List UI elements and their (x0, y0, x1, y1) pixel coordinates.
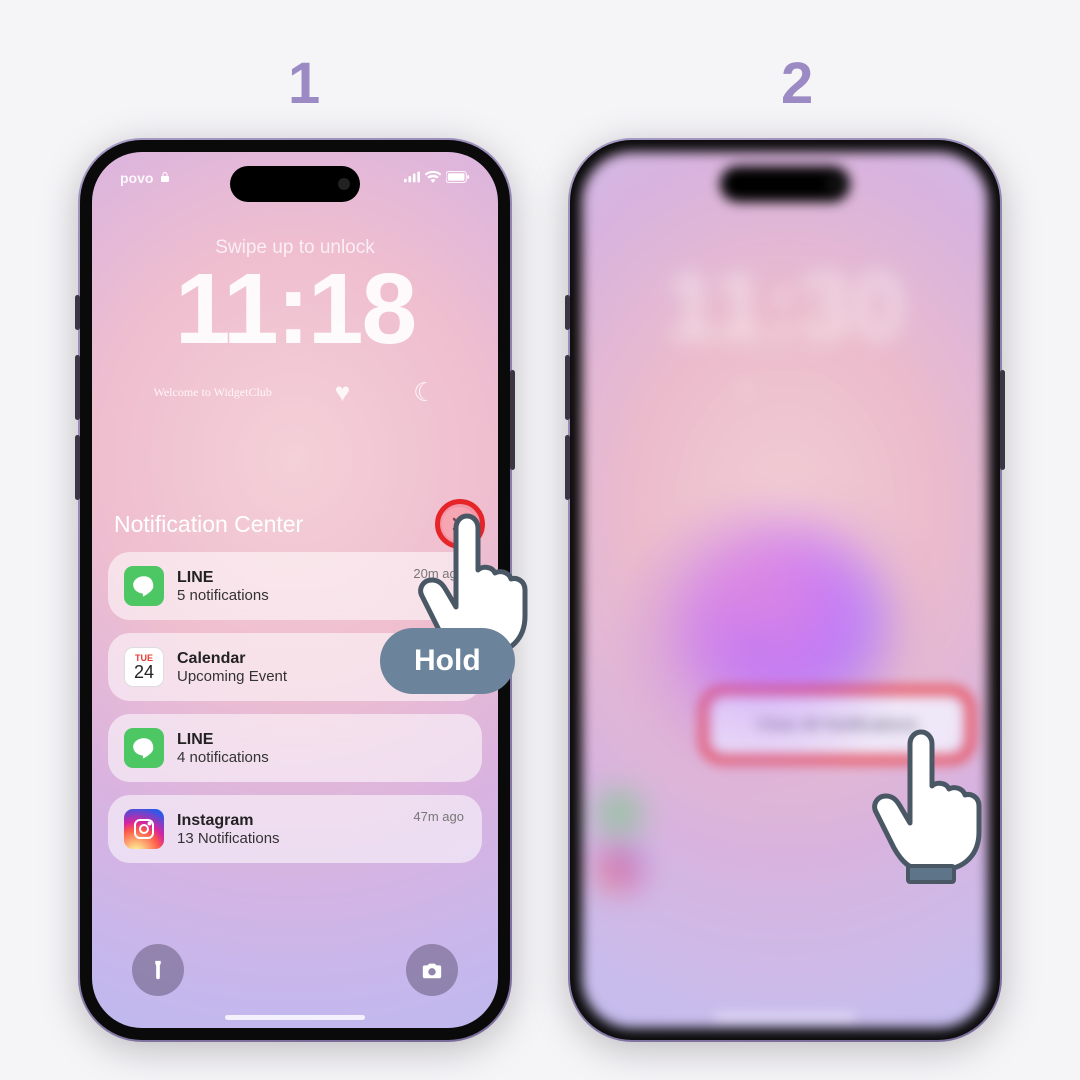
clear-button[interactable] (442, 507, 476, 541)
app-icon-line (124, 566, 164, 606)
flashlight-button[interactable] (132, 944, 184, 996)
home-indicator[interactable] (715, 1015, 855, 1020)
notification-list[interactable]: LINE 5 notifications 20m ago TUE 24 Cale… (108, 552, 482, 863)
signal-icon (404, 170, 420, 186)
app-icon-instagram (124, 809, 164, 849)
notif-time: 47m ago (413, 809, 464, 824)
camera-icon (421, 959, 443, 981)
notif-time: 20m ago (413, 566, 464, 581)
lock-screen-blurred[interactable]: 11:30 ♥☾ Clear All Notifications (582, 152, 988, 1028)
lock-icon (159, 171, 171, 186)
battery-icon (446, 170, 470, 186)
app-icon-calendar: TUE 24 (124, 647, 164, 687)
wifi-icon (425, 170, 441, 186)
notif-subtitle: 5 notifications (177, 587, 466, 604)
notification-item[interactable]: LINE 5 notifications 20m ago (108, 552, 482, 620)
notification-center-title: Notification Center (114, 511, 303, 538)
home-indicator[interactable] (225, 1015, 365, 1020)
wallpaper-heart (685, 532, 885, 712)
step-number-2: 2 (781, 50, 813, 117)
hold-badge: Hold (380, 628, 515, 694)
dynamic-island (720, 166, 850, 202)
phone-mockup-2: 11:30 ♥☾ Clear All Notifications (570, 140, 1000, 1040)
widget-text: Welcome to WidgetClub (153, 385, 271, 400)
notification-item[interactable]: Instagram 13 Notifications 47m ago (108, 795, 482, 863)
notif-subtitle: 13 Notifications (177, 830, 466, 847)
notif-app-name: LINE (177, 731, 466, 749)
step-number-1: 1 (288, 50, 320, 117)
camera-button[interactable] (406, 944, 458, 996)
notif-subtitle: 4 notifications (177, 749, 466, 766)
notification-item[interactable]: LINE 4 notifications (108, 714, 482, 782)
clock: 11:18 (92, 252, 498, 367)
lock-screen[interactable]: povo Swipe up to unlock 11:18 Welcome to… (92, 152, 498, 1028)
clock-blurred: 11:30 (582, 252, 988, 362)
highlight-box (700, 687, 974, 763)
widgets-blurred: ♥☾ (582, 377, 988, 406)
blurred-notifications (598, 792, 640, 890)
phone-mockup-1: povo Swipe up to unlock 11:18 Welcome to… (80, 140, 510, 1040)
clear-all-label: Clear All Notifications (757, 715, 918, 734)
status-bar: povo (92, 170, 498, 186)
carrier-label: povo (120, 170, 153, 186)
flashlight-icon (147, 959, 169, 981)
app-icon-line (124, 728, 164, 768)
heart-icon: ♥ (335, 377, 350, 408)
close-icon (452, 517, 466, 531)
moon-icon: ☾ (413, 377, 436, 408)
lock-widgets: Welcome to WidgetClub ♥ ☾ (92, 377, 498, 408)
clear-all-button[interactable]: Clear All Notifications (712, 697, 962, 753)
